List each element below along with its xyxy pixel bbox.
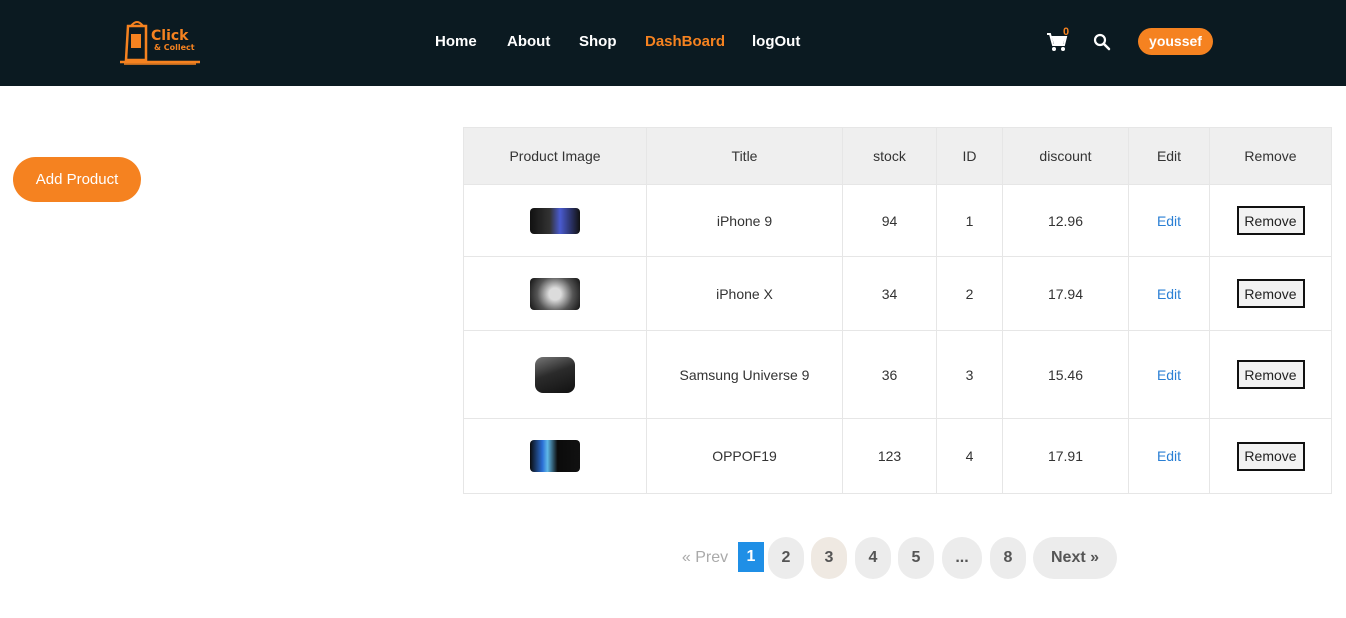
- nav-shop[interactable]: Shop: [579, 33, 617, 51]
- product-id: 1: [936, 184, 1003, 257]
- edit-link[interactable]: Edit: [1157, 213, 1181, 229]
- product-title: Samsung Universe 9: [646, 330, 843, 419]
- product-thumbnail: [530, 277, 580, 310]
- col-remove: Remove: [1209, 127, 1332, 185]
- logo[interactable]: Click & Collect: [118, 20, 202, 66]
- remove-button[interactable]: Remove: [1236, 441, 1305, 471]
- pagination-prev[interactable]: « Prev: [676, 537, 734, 579]
- remove-button[interactable]: Remove: [1236, 360, 1305, 389]
- product-title: iPhone X: [646, 256, 843, 331]
- page-button[interactable]: 4: [855, 537, 891, 579]
- edit-link[interactable]: Edit: [1157, 367, 1181, 383]
- col-product-image: Product Image: [463, 127, 647, 185]
- product-title: iPhone 9: [646, 184, 843, 257]
- product-discount: 17.94: [1002, 256, 1129, 331]
- product-id: 4: [936, 418, 1003, 494]
- product-stock: 94: [842, 184, 937, 257]
- col-title: Title: [646, 127, 843, 185]
- page-button[interactable]: 8: [990, 537, 1026, 579]
- remove-button[interactable]: Remove: [1236, 206, 1305, 235]
- product-stock: 123: [842, 418, 937, 494]
- product-title: OPPOF19: [646, 418, 843, 494]
- search-icon[interactable]: [1093, 33, 1111, 51]
- page-button-current[interactable]: 1: [738, 542, 764, 572]
- col-stock: stock: [842, 127, 937, 185]
- logo-text: Click: [151, 28, 189, 44]
- col-edit: Edit: [1128, 127, 1210, 185]
- page-button[interactable]: 2: [768, 537, 804, 579]
- nav-dashboard[interactable]: DashBoard: [645, 33, 725, 51]
- cart-count-badge: 0: [1063, 26, 1070, 38]
- product-thumbnail: [535, 356, 575, 393]
- page-button[interactable]: 3: [811, 537, 847, 579]
- table-row: iPhone 9 94 1 12.96 Edit Remove: [463, 184, 1332, 257]
- table-row: iPhone X 34 2 17.94 Edit Remove: [463, 256, 1332, 331]
- navbar: Click & Collect Home About Shop DashBoar…: [0, 0, 1346, 86]
- col-id: ID: [936, 127, 1003, 185]
- table-row: OPPOF19 123 4 17.91 Edit Remove: [463, 418, 1332, 494]
- remove-button[interactable]: Remove: [1236, 279, 1305, 308]
- add-product-button[interactable]: Add Product: [13, 157, 141, 202]
- product-discount: 12.96: [1002, 184, 1129, 257]
- page-button[interactable]: 5: [898, 537, 934, 579]
- product-thumbnail: [530, 440, 580, 472]
- logo-subtext: & Collect: [154, 43, 195, 52]
- pagination-next[interactable]: Next »: [1033, 537, 1117, 579]
- nav-logout[interactable]: logOut: [752, 33, 800, 51]
- product-stock: 34: [842, 256, 937, 331]
- table-row: Samsung Universe 9 36 3 15.46 Edit Remov…: [463, 330, 1332, 419]
- nav-home[interactable]: Home: [435, 33, 477, 51]
- products-table: Product Image Title stock ID discount Ed…: [463, 127, 1332, 494]
- table-header-row: Product Image Title stock ID discount Ed…: [463, 127, 1332, 185]
- nav-about[interactable]: About: [507, 33, 550, 51]
- product-discount: 17.91: [1002, 418, 1129, 494]
- edit-link[interactable]: Edit: [1157, 286, 1181, 302]
- edit-link[interactable]: Edit: [1157, 448, 1181, 464]
- product-thumbnail: [530, 207, 580, 234]
- col-discount: discount: [1002, 127, 1129, 185]
- product-id: 2: [936, 256, 1003, 331]
- product-stock: 36: [842, 330, 937, 419]
- user-menu-button[interactable]: youssef: [1138, 28, 1213, 55]
- product-discount: 15.46: [1002, 330, 1129, 419]
- product-id: 3: [936, 330, 1003, 419]
- page-ellipsis: ...: [942, 537, 982, 579]
